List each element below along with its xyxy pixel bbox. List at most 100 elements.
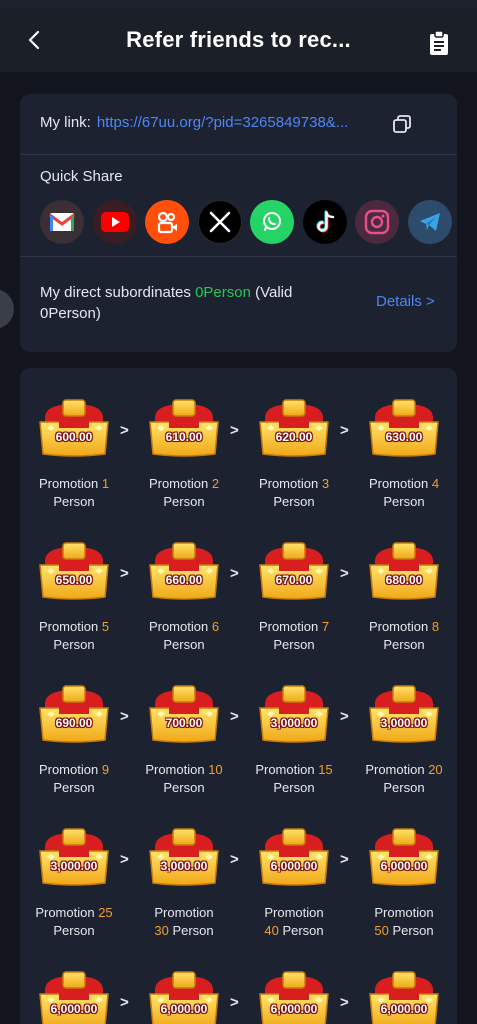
chest-amount: 3,000.00	[380, 716, 428, 730]
promotion-count: 5	[101, 619, 110, 634]
x-share-button[interactable]	[197, 200, 242, 244]
treasure-chest[interactable]: 660.00	[147, 539, 221, 601]
chest-amount: 700.00	[165, 716, 203, 730]
invite-card: My link: https://67uu.org/?pid=3265849738…	[20, 94, 457, 352]
copy-link-button[interactable]	[392, 114, 412, 134]
my-link-url[interactable]: https://67uu.org/?pid=3265849738&...	[97, 114, 348, 131]
treasure-chest[interactable]: 3,000.00	[367, 682, 441, 744]
chest-amount: 610.00	[165, 430, 203, 444]
next-arrow: >	[340, 565, 349, 582]
treasure-chest[interactable]: 6,000.00	[147, 968, 221, 1024]
chest-amount: 620.00	[275, 430, 313, 444]
next-arrow: >	[340, 851, 349, 868]
treasure-chest[interactable]: 6,000.00	[37, 968, 111, 1024]
chest-amount: 630.00	[385, 430, 423, 444]
chest-amount: 660.00	[165, 573, 203, 587]
chest-amount: 6,000.00	[380, 1002, 428, 1016]
treasure-chest-icon	[257, 825, 331, 887]
chest-amount: 6,000.00	[270, 859, 318, 873]
treasure-chest-icon	[257, 396, 331, 458]
promotion-unit: Person	[383, 637, 425, 652]
whatsapp-share-button[interactable]	[250, 200, 294, 244]
treasure-chest[interactable]: 680.00	[367, 539, 441, 601]
tiktok-icon	[316, 210, 334, 233]
promotion-unit: Person	[273, 780, 315, 795]
instagram-icon	[364, 209, 390, 235]
chest-amount: 670.00	[275, 573, 313, 587]
chest-amount: 3,000.00	[270, 716, 318, 730]
promotion-label: Promotion 50 Person	[354, 904, 454, 940]
treasure-chest[interactable]: 670.00	[257, 539, 331, 601]
promotion-word: Promotion	[258, 476, 319, 491]
treasure-chest[interactable]: 6,000.00	[257, 825, 331, 887]
promotion-unit: Person	[282, 923, 324, 938]
header-bar: Refer friends to rec...	[0, 8, 477, 72]
promotion-word: Promotion	[38, 476, 99, 491]
treasure-chest[interactable]: 600.00	[37, 396, 111, 458]
gmail-share-button[interactable]	[40, 200, 84, 244]
page-title: Refer friends to rec...	[126, 27, 351, 52]
treasure-chest[interactable]: 650.00	[37, 539, 111, 601]
next-arrow: >	[230, 708, 239, 725]
promotion-unit: Person	[273, 494, 315, 509]
telegram-share-button[interactable]	[407, 200, 452, 244]
next-arrow: >	[340, 422, 349, 439]
instagram-share-button[interactable]	[355, 200, 399, 244]
floating-side-handle[interactable]	[0, 289, 14, 329]
subordinates-count: 0Person	[195, 284, 251, 301]
treasure-chest[interactable]: 3,000.00	[37, 825, 111, 887]
chest-amount: 680.00	[385, 573, 423, 587]
promotion-word: Promotion	[145, 762, 205, 777]
promotion-label: Promotion 7 Person	[244, 618, 344, 654]
treasure-chest[interactable]: 700.00	[147, 682, 221, 744]
promotion-word: Promotion	[258, 619, 319, 634]
chest-amount: 650.00	[55, 573, 93, 587]
chest-amount: 690.00	[55, 716, 93, 730]
quick-share-row	[40, 200, 452, 244]
chest-amount: 6,000.00	[270, 1002, 318, 1016]
kuaishou-share-button[interactable]	[145, 200, 189, 244]
next-arrow: >	[120, 422, 129, 439]
quick-share-label: Quick Share	[40, 168, 123, 185]
status-strip	[0, 0, 477, 8]
treasure-chest[interactable]: 6,000.00	[367, 825, 441, 887]
next-arrow: >	[120, 994, 129, 1011]
tiktok-share-button[interactable]	[302, 200, 347, 244]
my-link-label: My link:	[40, 114, 91, 131]
treasure-chest[interactable]: 690.00	[37, 682, 111, 744]
treasure-chest[interactable]: 620.00	[257, 396, 331, 458]
treasure-chest-icon	[367, 539, 441, 601]
treasure-chest-icon	[147, 396, 221, 458]
promotion-word: Promotion	[264, 905, 324, 920]
treasure-chest[interactable]: 6,000.00	[367, 968, 441, 1024]
promotion-word: Promotion	[35, 905, 95, 920]
promotion-word: Promotion	[365, 762, 425, 777]
promotion-label: Promotion 2 Person	[134, 475, 234, 511]
copy-icon	[393, 115, 411, 133]
back-button[interactable]	[22, 26, 46, 54]
clipboard-icon	[430, 30, 448, 55]
promotion-unit: Person	[172, 923, 214, 938]
promotion-label: Promotion 10 Person	[134, 761, 234, 797]
chest-amount: 3,000.00	[50, 859, 98, 873]
telegram-icon	[419, 213, 440, 231]
treasure-chest-icon	[37, 539, 111, 601]
treasure-chest[interactable]: 610.00	[147, 396, 221, 458]
treasure-chest-icon	[37, 825, 111, 887]
treasure-chest[interactable]: 6,000.00	[257, 968, 331, 1024]
details-link[interactable]: Details >	[376, 293, 435, 310]
treasure-chest-icon	[37, 682, 111, 744]
next-arrow: >	[230, 994, 239, 1011]
clipboard-button[interactable]	[428, 30, 452, 56]
treasure-chest[interactable]: 630.00	[367, 396, 441, 458]
promotion-unit: Person	[392, 923, 434, 938]
chevron-left-icon	[28, 30, 40, 50]
treasure-chest[interactable]: 3,000.00	[147, 825, 221, 887]
promotion-count: 10	[208, 762, 223, 777]
chest-amount: 3,000.00	[160, 859, 208, 873]
promotion-count: 30	[154, 923, 169, 938]
treasure-chest[interactable]: 3,000.00	[257, 682, 331, 744]
promotion-unit: Person	[53, 637, 95, 652]
youtube-share-button[interactable]	[92, 200, 137, 244]
promotion-count: 8	[431, 619, 440, 634]
